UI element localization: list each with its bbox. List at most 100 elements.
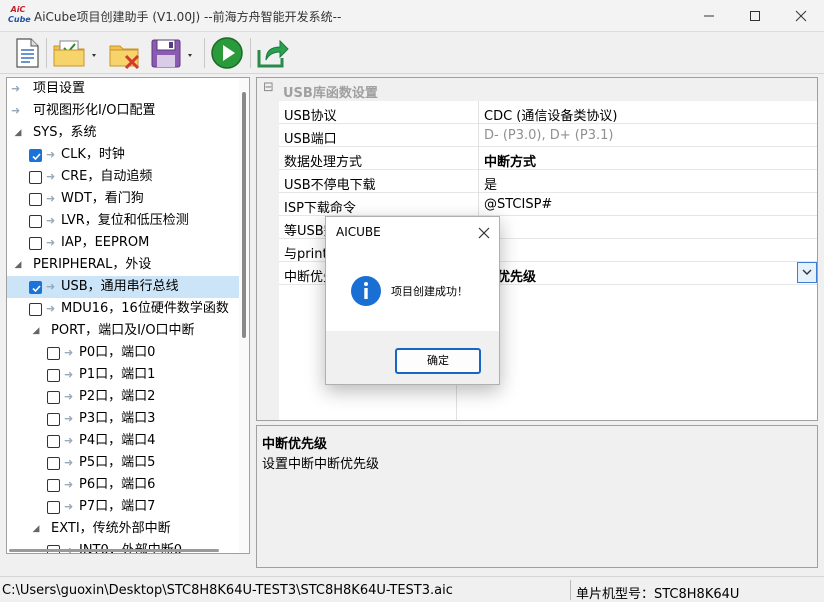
expand-toggle-icon[interactable]: ◢	[11, 122, 25, 144]
tree-item-label: P2口，端口2	[79, 389, 156, 404]
property-name: USB协议	[284, 109, 337, 124]
tree-item[interactable]: ➜ LVR，复位和低压检测	[7, 210, 243, 232]
tree-horizontal-scrollbar[interactable]	[7, 548, 239, 553]
description-panel: 中断优先级 设置中断中断优先级	[256, 425, 818, 568]
tree-item[interactable]: ◢ PORT，端口及I/O口中断	[7, 320, 243, 342]
property-value[interactable]: 是	[484, 174, 497, 193]
tree-item-checkbox[interactable]	[47, 457, 60, 470]
tree-item-checkbox[interactable]	[47, 435, 60, 448]
feature-tree[interactable]: ➜ 项目设置 ➜ 可视图形化I/O口配置 ◢ SYS，系统 ➜ CLK，时钟 ➜ CRE，自动追频…	[6, 77, 250, 554]
export-button[interactable]	[256, 36, 290, 70]
tree-item[interactable]: ➜ WDT，看门狗	[7, 188, 243, 210]
arrow-icon: ➜	[46, 280, 56, 293]
collapse-icon[interactable]: ⊟	[263, 80, 274, 95]
dialog-close-button[interactable]	[472, 221, 496, 245]
property-value[interactable]: CDC (通信设备类协议)	[484, 105, 617, 124]
tree-item-checkbox[interactable]	[29, 281, 42, 294]
property-row[interactable]: USB协议 CDC (通信设备类协议)	[279, 101, 817, 124]
tree-item[interactable]: ➜ MDU16，16位硬件数学函数	[7, 298, 243, 320]
tree-item-label: 项目设置	[33, 81, 86, 96]
tree-item-label: P5口，端口5	[79, 455, 156, 470]
tree-item[interactable]: ➜ CRE，自动追频	[7, 166, 243, 188]
tree-item-checkbox[interactable]	[29, 193, 42, 206]
tree-item-label: PERIPHERAL，外设	[33, 257, 152, 272]
tree-item-checkbox[interactable]	[47, 347, 60, 360]
property-row[interactable]: USB端口 D- (P3.0), D+ (P3.1)	[279, 124, 817, 147]
tree-item[interactable]: ➜ CLK，时钟	[7, 144, 243, 166]
property-row[interactable]: 数据处理方式 中断方式	[279, 147, 817, 170]
tree-item-checkbox[interactable]	[47, 391, 60, 404]
tree-item-checkbox[interactable]	[29, 237, 42, 250]
tree-item-checkbox[interactable]	[47, 479, 60, 492]
arrow-icon: ➜	[11, 82, 21, 95]
tree-item[interactable]: ➜ P5口，端口5	[7, 452, 243, 474]
tree-item-checkbox[interactable]	[29, 149, 42, 162]
tree-item-label: WDT，看门狗	[61, 191, 144, 206]
save-icon	[151, 39, 192, 68]
arrow-icon: ➜	[46, 302, 56, 315]
close-project-button[interactable]	[108, 36, 142, 70]
tree-item-checkbox[interactable]	[47, 369, 60, 382]
tree-item[interactable]: ➜ P7口，端口7	[7, 496, 243, 518]
expand-toggle-icon[interactable]: ◢	[29, 320, 43, 342]
tree-item[interactable]: ➜ P6口，端口6	[7, 474, 243, 496]
property-value[interactable]: @STCISP#	[484, 197, 552, 212]
expand-toggle-icon[interactable]: ◢	[29, 518, 43, 540]
chevron-down-icon	[802, 269, 812, 275]
tree-item[interactable]: ➜ P4口，端口4	[7, 430, 243, 452]
close-window-button[interactable]	[778, 0, 824, 32]
tree-item-checkbox[interactable]	[29, 303, 42, 316]
run-button[interactable]	[210, 36, 244, 70]
ok-button[interactable]: 确定	[395, 348, 481, 374]
arrow-icon: ➜	[64, 412, 74, 425]
tree-item[interactable]: ➜ 项目设置	[7, 78, 243, 100]
tree-hscroll-thumb[interactable]	[9, 549, 219, 552]
property-row[interactable]: ISP下载命令 @STCISP#	[279, 193, 817, 216]
tree-item-label: SYS，系统	[33, 125, 97, 140]
expand-toggle-icon[interactable]: ◢	[11, 254, 25, 276]
minimize-icon	[704, 15, 714, 17]
tree-vertical-scrollbar[interactable]	[239, 78, 249, 553]
tree-item[interactable]: ◢ EXTI，传统外部中断	[7, 518, 243, 540]
property-row[interactable]: USB不停电下载 是	[279, 170, 817, 193]
tree-item[interactable]: ➜ P1口，端口1	[7, 364, 243, 386]
tree-item-label: CLK，时钟	[61, 147, 125, 162]
tree-item-label: P6口，端口6	[79, 477, 156, 492]
tree-item[interactable]: ➜ USB，通用串行总线	[7, 276, 243, 298]
info-icon	[350, 275, 382, 307]
tree-item-checkbox[interactable]	[47, 501, 60, 514]
arrow-icon: ➜	[46, 148, 56, 161]
tree-item[interactable]: ◢ SYS，系统	[7, 122, 243, 144]
title-bar: AiC Cube AiCube项目创建助手 (V1.00J) --前海方舟智能开…	[0, 0, 824, 32]
minimize-button[interactable]	[686, 0, 732, 32]
status-separator	[570, 580, 571, 600]
arrow-icon: ➜	[64, 390, 74, 403]
tree-item-label: CRE，自动追频	[61, 169, 153, 184]
tree-scroll-thumb[interactable]	[242, 92, 246, 338]
tree-item[interactable]: ➜ P0口，端口0	[7, 342, 243, 364]
tree-item-label: USB，通用串行总线	[61, 279, 179, 294]
tree-item[interactable]: ➜ P3口，端口3	[7, 408, 243, 430]
arrow-icon: ➜	[11, 104, 21, 117]
tree-item-checkbox[interactable]	[29, 171, 42, 184]
property-value[interactable]: D- (P3.0), D+ (P3.1)	[484, 128, 613, 143]
tree-item-checkbox[interactable]	[47, 413, 60, 426]
tree-item[interactable]: ◢ PERIPHERAL，外设	[7, 254, 243, 276]
maximize-button[interactable]	[732, 0, 778, 32]
arrow-icon: ➜	[64, 500, 74, 513]
property-dropdown-button[interactable]	[797, 262, 817, 283]
grid-category-header[interactable]: ⊟ USB库函数设置	[257, 78, 817, 101]
open-project-button[interactable]	[52, 36, 100, 70]
save-button[interactable]	[150, 36, 198, 70]
arrow-icon: ➜	[46, 214, 56, 227]
tree-item-label: EXTI，传统外部中断	[51, 521, 171, 536]
tree-item-label: 可视图形化I/O口配置	[33, 103, 156, 118]
tree-item[interactable]: ➜ IAP，EEPROM	[7, 232, 243, 254]
window-title: AiCube项目创建助手 (V1.00J) --前海方舟智能开发系统--	[34, 10, 342, 24]
tree-item-checkbox[interactable]	[29, 215, 42, 228]
new-document-button[interactable]	[12, 36, 42, 70]
tree-item[interactable]: ➜ 可视图形化I/O口配置	[7, 100, 243, 122]
logo-line1: AiC	[10, 5, 26, 14]
property-value[interactable]: 中断方式	[484, 151, 536, 170]
tree-item[interactable]: ➜ P2口，端口2	[7, 386, 243, 408]
